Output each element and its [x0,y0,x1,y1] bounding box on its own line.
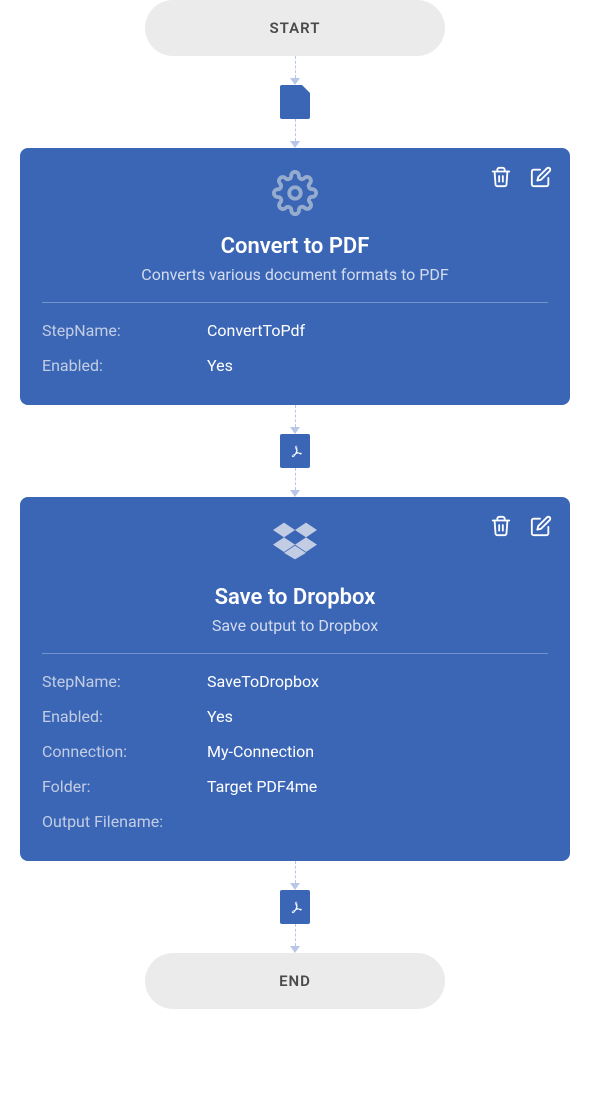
card-row: StepName: ConvertToPdf [42,321,548,340]
pdf-badge [280,434,310,468]
document-badge [280,85,310,119]
edit-icon [530,515,552,537]
edit-button[interactable] [528,513,554,539]
row-label: Connection: [42,742,207,761]
row-value: Yes [207,356,233,375]
row-value: SaveToDropbox [207,672,319,691]
pdf-icon [286,442,304,460]
start-node: START [145,0,445,56]
connector [290,119,300,148]
row-value: My-Connection [207,742,314,761]
end-node: END [145,953,445,1009]
trash-icon [490,166,512,188]
card-row: Folder: Target PDF4me [42,777,548,796]
card-title: Convert to PDF [42,234,548,259]
connector [290,405,300,434]
row-label: Folder: [42,777,207,796]
trash-icon [490,515,512,537]
save-to-dropbox-card[interactable]: Save to Dropbox Save output to Dropbox S… [20,497,570,861]
card-row: Connection: My-Connection [42,742,548,761]
delete-button[interactable] [488,164,514,190]
card-subtitle: Save output to Dropbox [42,616,548,635]
row-label: Enabled: [42,707,207,726]
row-label: StepName: [42,672,207,691]
gear-icon [272,170,318,216]
card-row: Output Filename: [42,812,548,831]
start-label: START [270,19,321,37]
row-value: Target PDF4me [207,777,317,796]
card-title: Save to Dropbox [42,585,548,610]
delete-button[interactable] [488,513,514,539]
connector [290,468,300,497]
convert-to-pdf-card[interactable]: Convert to PDF Converts various document… [20,148,570,405]
row-label: Enabled: [42,356,207,375]
document-icon [286,93,304,111]
dropbox-icon [273,519,317,563]
row-label: StepName: [42,321,207,340]
connector [290,861,300,890]
pdf-badge [280,890,310,924]
edit-button[interactable] [528,164,554,190]
pdf-icon [286,898,304,916]
row-value: Yes [207,707,233,726]
card-row: Enabled: Yes [42,356,548,375]
end-label: END [279,972,311,990]
card-row: Enabled: Yes [42,707,548,726]
edit-icon [530,166,552,188]
card-row: StepName: SaveToDropbox [42,672,548,691]
connector [290,56,300,85]
card-subtitle: Converts various document formats to PDF [42,265,548,284]
row-value: ConvertToPdf [207,321,305,340]
row-label: Output Filename: [42,812,207,831]
connector [290,924,300,953]
